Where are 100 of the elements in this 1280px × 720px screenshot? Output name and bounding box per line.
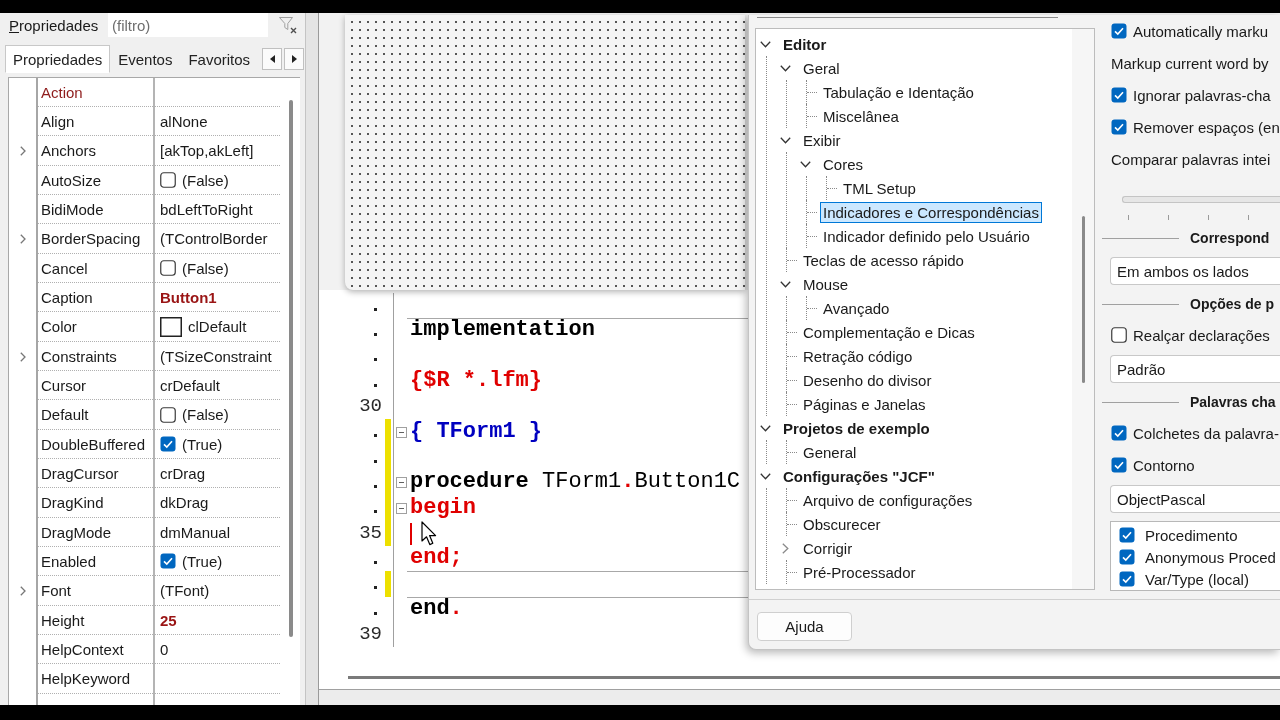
chevron-down-icon[interactable] bbox=[780, 64, 791, 72]
tree-item[interactable]: Obscurecer bbox=[800, 513, 884, 535]
chevron-right-icon[interactable] bbox=[19, 586, 26, 596]
property-value[interactable]: (False) bbox=[182, 406, 229, 423]
checkbox-label[interactable]: Colchetes da palavra- bbox=[1133, 424, 1279, 442]
checkbox[interactable] bbox=[160, 436, 176, 452]
chevron-right-icon[interactable] bbox=[19, 146, 26, 156]
tree-item[interactable]: Editor bbox=[780, 33, 830, 55]
checkbox[interactable] bbox=[1119, 571, 1135, 587]
fold-minus-icon[interactable] bbox=[396, 426, 407, 438]
chevron-down-icon[interactable] bbox=[800, 160, 811, 168]
checkbox[interactable] bbox=[1111, 87, 1127, 103]
chevron-down-icon[interactable] bbox=[780, 136, 791, 144]
tree-item[interactable]: Indicador definido pelo Usuário bbox=[820, 225, 1033, 247]
tree-item[interactable]: Tabulação e Identação bbox=[820, 81, 977, 103]
checkbox[interactable] bbox=[160, 260, 176, 276]
scroll-tabs-right-button[interactable] bbox=[284, 48, 305, 70]
tree-item[interactable]: Teclas de acesso rápido bbox=[800, 249, 967, 271]
checkbox-label[interactable]: Realçar declarações bbox=[1133, 326, 1270, 344]
property-name: Enabled bbox=[38, 547, 155, 576]
tree-item[interactable]: Geral bbox=[800, 57, 843, 79]
checkbox[interactable] bbox=[1111, 425, 1127, 441]
scroll-tabs-left-button[interactable] bbox=[262, 48, 283, 70]
tab[interactable]: Favoritos bbox=[180, 45, 259, 73]
tree-item[interactable]: TML Setup bbox=[840, 177, 919, 199]
property-value[interactable]: (TFont) bbox=[160, 582, 210, 599]
checklist-item[interactable]: Procedimento bbox=[1145, 526, 1238, 544]
fold-minus-icon[interactable] bbox=[396, 502, 407, 514]
property-value[interactable]: dmManual bbox=[160, 523, 231, 541]
scrollbar-thumb[interactable] bbox=[348, 675, 1280, 679]
property-value[interactable]: clDefault bbox=[188, 318, 247, 335]
tree-item[interactable]: Configurações "JCF" bbox=[780, 465, 938, 487]
property-value[interactable]: crDrag bbox=[160, 464, 205, 482]
dropdown[interactable]: Padrão bbox=[1110, 355, 1280, 383]
checkbox-label[interactable]: Ignorar palavras-cha bbox=[1133, 86, 1271, 104]
tree-item[interactable]: Corrigir bbox=[800, 537, 856, 559]
property-value[interactable]: dkDrag bbox=[160, 494, 209, 511]
filter-field[interactable]: (filtro) bbox=[108, 13, 268, 37]
property-value[interactable]: crDefault bbox=[160, 376, 221, 394]
tree-item[interactable]: Projetos de exemplo bbox=[780, 417, 933, 439]
property-value[interactable]: bdLeftToRight bbox=[160, 200, 253, 218]
checkbox-label[interactable]: Contorno bbox=[1133, 456, 1195, 474]
property-value[interactable]: (True) bbox=[182, 435, 223, 453]
chevron-down-icon[interactable] bbox=[760, 424, 771, 432]
checkbox[interactable] bbox=[1119, 549, 1135, 565]
tree-item[interactable]: Mouse bbox=[800, 273, 852, 295]
checklist-item[interactable]: Anonymous Proced bbox=[1145, 548, 1276, 566]
checkbox[interactable] bbox=[160, 172, 176, 188]
section-heading: Palavras cha bbox=[1190, 394, 1276, 410]
tree-item[interactable]: Arquivo de configurações bbox=[800, 489, 976, 511]
checkbox-label[interactable]: Remover espaços (en bbox=[1133, 118, 1280, 136]
chevron-right-icon[interactable] bbox=[19, 351, 26, 362]
checkbox[interactable] bbox=[1111, 119, 1127, 135]
checkbox[interactable] bbox=[160, 553, 176, 569]
tree-item[interactable]: Avançado bbox=[820, 297, 893, 319]
scrollbar-thumb[interactable] bbox=[288, 100, 293, 637]
checkbox[interactable] bbox=[1119, 527, 1135, 543]
tree-item[interactable]: Exibir bbox=[800, 129, 844, 151]
tree-item[interactable]: Desenho do divisor bbox=[800, 369, 935, 391]
tree-item[interactable]: Complementação e Dicas bbox=[800, 321, 978, 343]
property-value[interactable]: (TControlBorder bbox=[160, 230, 268, 247]
code-line: procedure TForm1.Button1C bbox=[410, 470, 741, 495]
tree-item[interactable]: Indicadores e Correspondências bbox=[820, 201, 1042, 223]
tree-item[interactable]: Pré-Processador bbox=[800, 561, 919, 583]
tree-item[interactable]: Páginas e Janelas bbox=[800, 393, 929, 415]
dropdown[interactable]: ObjectPascal bbox=[1110, 485, 1280, 513]
clear-filter-icon[interactable] bbox=[279, 16, 297, 34]
help-button[interactable]: Ajuda bbox=[757, 612, 852, 641]
checklist-item[interactable]: Var/Type (local) bbox=[1145, 570, 1249, 588]
tree-item[interactable]: Retração código bbox=[800, 345, 916, 367]
chevron-right-icon[interactable] bbox=[19, 234, 26, 244]
checkbox-label[interactable]: Automatically marku bbox=[1133, 22, 1269, 40]
dropdown[interactable]: Em ambos os lados bbox=[1110, 257, 1280, 285]
tree-item[interactable]: Miscelânea bbox=[820, 105, 902, 127]
slider-track[interactable] bbox=[1122, 196, 1280, 203]
tab[interactable]: Eventos bbox=[110, 45, 181, 73]
checkbox[interactable] bbox=[1111, 327, 1127, 343]
tab[interactable]: Propriedades bbox=[5, 45, 111, 73]
chevron-down-icon[interactable] bbox=[760, 40, 771, 48]
chevron-down-icon[interactable] bbox=[780, 280, 791, 288]
property-name: DragMode bbox=[38, 518, 155, 547]
fold-minus-icon[interactable] bbox=[396, 477, 407, 488]
scrollbar-thumb[interactable] bbox=[1081, 216, 1085, 383]
checkbox[interactable] bbox=[160, 406, 176, 423]
checkbox[interactable] bbox=[1111, 457, 1127, 473]
property-name: DragKind bbox=[38, 488, 155, 518]
tree-item[interactable]: General bbox=[800, 441, 860, 463]
property-value[interactable]: [akTop,akLeft] bbox=[160, 142, 254, 159]
property-value[interactable]: 0 bbox=[160, 640, 169, 658]
checkbox[interactable] bbox=[1111, 23, 1127, 39]
property-value[interactable]: (True) bbox=[182, 552, 223, 570]
property-value[interactable]: Button1 bbox=[160, 288, 217, 306]
tree-item[interactable]: Cores bbox=[820, 153, 866, 175]
chevron-right-icon[interactable] bbox=[782, 542, 789, 554]
chevron-down-icon[interactable] bbox=[760, 472, 771, 480]
property-value[interactable]: (TSizeConstraint bbox=[160, 347, 272, 365]
property-value[interactable]: (False) bbox=[182, 259, 229, 277]
property-value[interactable]: 25 bbox=[160, 611, 177, 629]
property-value[interactable]: alNone bbox=[160, 112, 208, 130]
property-value[interactable]: (False) bbox=[182, 171, 229, 189]
